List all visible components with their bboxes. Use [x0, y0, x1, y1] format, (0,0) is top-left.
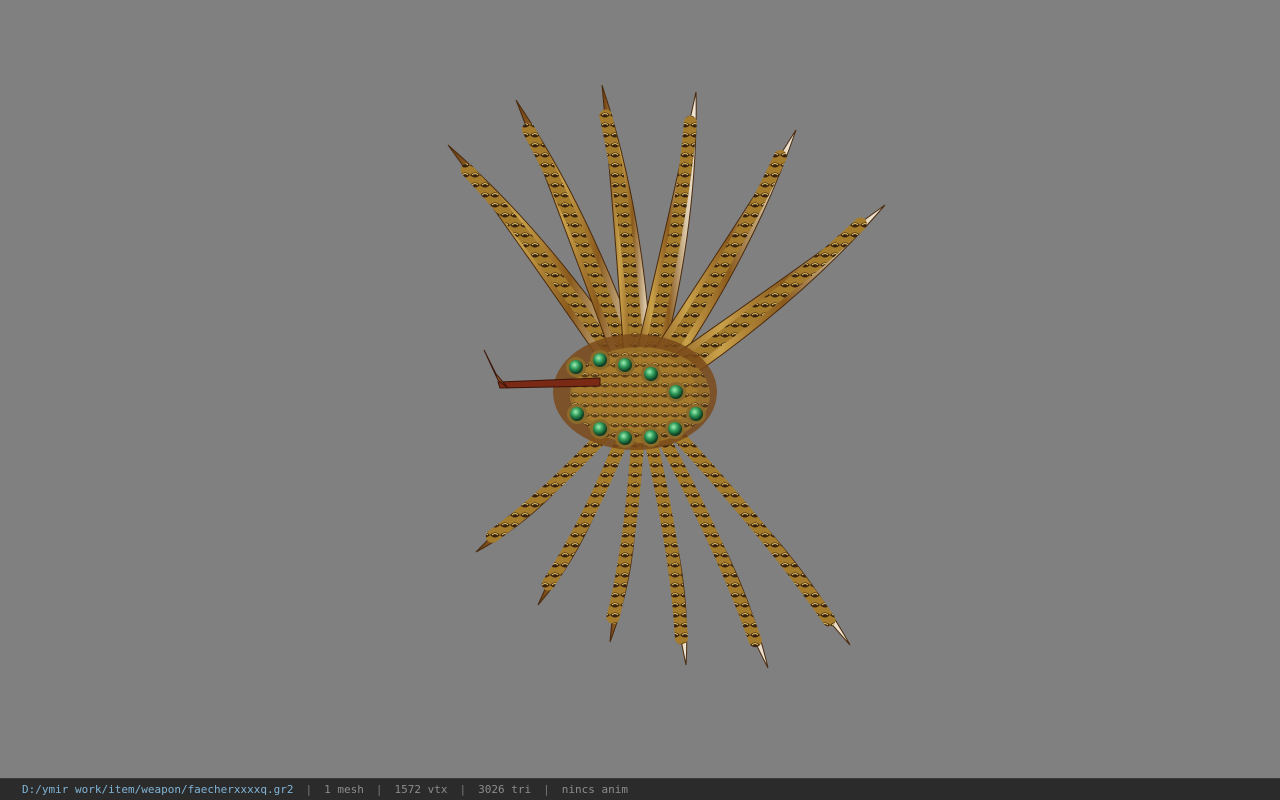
green-gem-6 [570, 407, 584, 421]
green-gem-1 [569, 360, 583, 374]
green-gem-10 [668, 422, 682, 436]
vertex-count: 1572 vtx [394, 783, 448, 796]
separator: | [375, 783, 383, 796]
weapon-model [447, 84, 886, 669]
fan-hub [553, 334, 717, 450]
green-gem-7 [593, 422, 607, 436]
green-gem-4 [644, 367, 658, 381]
green-gem-11 [689, 407, 703, 421]
animation-status: nincs anim [561, 783, 628, 796]
status-bar: D:/ymir work/item/weapon/faecherxxxxq.gr… [0, 778, 1280, 800]
separator: | [305, 783, 313, 796]
file-path: D:/ymir work/item/weapon/faecherxxxxq.gr… [22, 783, 294, 796]
triangle-count: 3026 tri [478, 783, 532, 796]
green-gem-8 [618, 431, 632, 445]
green-gem-5 [669, 385, 683, 399]
green-gem-2 [593, 353, 607, 367]
separator: | [543, 783, 550, 796]
mesh-count: 1 mesh [324, 783, 364, 796]
green-gem-3 [618, 358, 632, 372]
green-gem-9 [644, 430, 658, 444]
separator: | [459, 783, 467, 796]
model-viewport[interactable] [0, 0, 1280, 778]
